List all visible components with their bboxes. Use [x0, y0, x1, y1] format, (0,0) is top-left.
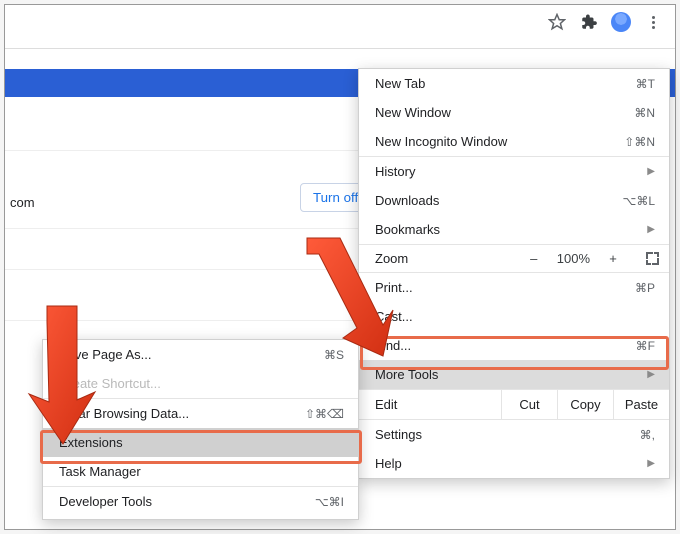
shortcut-text: ⌘F: [636, 339, 655, 353]
fullscreen-icon[interactable]: [646, 252, 659, 265]
annotation-arrow-icon: [295, 230, 395, 360]
zoom-in-button[interactable]: +: [604, 251, 622, 266]
extensions-puzzle-icon[interactable]: [578, 11, 600, 33]
menu-bookmarks[interactable]: Bookmarks ▶: [359, 215, 669, 244]
shortcut-text: ⇧⌘N: [624, 135, 655, 149]
chevron-right-icon: ▶: [647, 369, 655, 380]
menu-cast[interactable]: Cast...: [359, 302, 669, 331]
shortcut-text: ⌘P: [635, 281, 655, 295]
menu-label: Task Manager: [59, 464, 344, 479]
chrome-menu-button[interactable]: [642, 11, 664, 33]
shortcut-text: ⇧⌘⌫: [305, 407, 344, 421]
menu-label: Help: [375, 456, 647, 471]
menu-downloads[interactable]: Downloads ⌥⌘L: [359, 186, 669, 215]
menu-label: Edit: [359, 390, 501, 419]
menu-settings[interactable]: Settings ⌘,: [359, 420, 669, 449]
menu-find[interactable]: Find... ⌘F: [359, 331, 669, 360]
submenu-developer-tools[interactable]: Developer Tools ⌥⌘I: [43, 487, 358, 516]
edit-cut-button[interactable]: Cut: [501, 390, 557, 419]
menu-more-tools[interactable]: More Tools ▶: [359, 360, 669, 389]
menu-label: Bookmarks: [375, 222, 647, 237]
menu-history[interactable]: History ▶: [359, 157, 669, 186]
shortcut-text: ⌥⌘L: [622, 194, 655, 208]
shortcut-text: ⌘,: [640, 428, 655, 442]
menu-edit-row: Edit Cut Copy Paste: [359, 390, 669, 419]
menu-label: New Incognito Window: [375, 134, 624, 149]
bookmark-star-icon[interactable]: [546, 11, 568, 33]
menu-label: Downloads: [375, 193, 622, 208]
url-fragment: com: [10, 195, 35, 210]
menu-label: Find...: [375, 338, 636, 353]
menu-label: Settings: [375, 427, 640, 442]
chevron-right-icon: ▶: [647, 458, 655, 469]
chrome-main-menu: New Tab ⌘T New Window ⌘N New Incognito W…: [358, 68, 670, 479]
menu-zoom: Zoom – 100% +: [359, 245, 669, 272]
menu-print[interactable]: Print... ⌘P: [359, 273, 669, 302]
chevron-right-icon: ▶: [647, 224, 655, 235]
menu-new-incognito[interactable]: New Incognito Window ⇧⌘N: [359, 127, 669, 156]
shortcut-text: ⌘N: [634, 106, 655, 120]
menu-label: Print...: [375, 280, 635, 295]
menu-label: Zoom: [375, 251, 525, 266]
menu-label: New Tab: [375, 76, 636, 91]
zoom-out-button[interactable]: –: [525, 251, 543, 266]
annotation-arrow-icon: [17, 300, 107, 450]
menu-new-window[interactable]: New Window ⌘N: [359, 98, 669, 127]
menu-label: New Window: [375, 105, 634, 120]
menu-label: Developer Tools: [59, 494, 315, 509]
edit-paste-button[interactable]: Paste: [613, 390, 669, 419]
menu-label: More Tools: [375, 367, 647, 382]
menu-new-tab[interactable]: New Tab ⌘T: [359, 69, 669, 98]
menu-label: History: [375, 164, 647, 179]
submenu-task-manager[interactable]: Task Manager: [43, 457, 358, 486]
menu-label: Cast...: [375, 309, 655, 324]
browser-toolbar: [546, 8, 664, 36]
shortcut-text: ⌥⌘I: [315, 495, 344, 509]
edit-copy-button[interactable]: Copy: [557, 390, 613, 419]
menu-help[interactable]: Help ▶: [359, 449, 669, 478]
profile-avatar-icon[interactable]: [610, 11, 632, 33]
shortcut-text: ⌘T: [636, 77, 655, 91]
zoom-value: 100%: [557, 251, 590, 266]
chevron-right-icon: ▶: [647, 166, 655, 177]
